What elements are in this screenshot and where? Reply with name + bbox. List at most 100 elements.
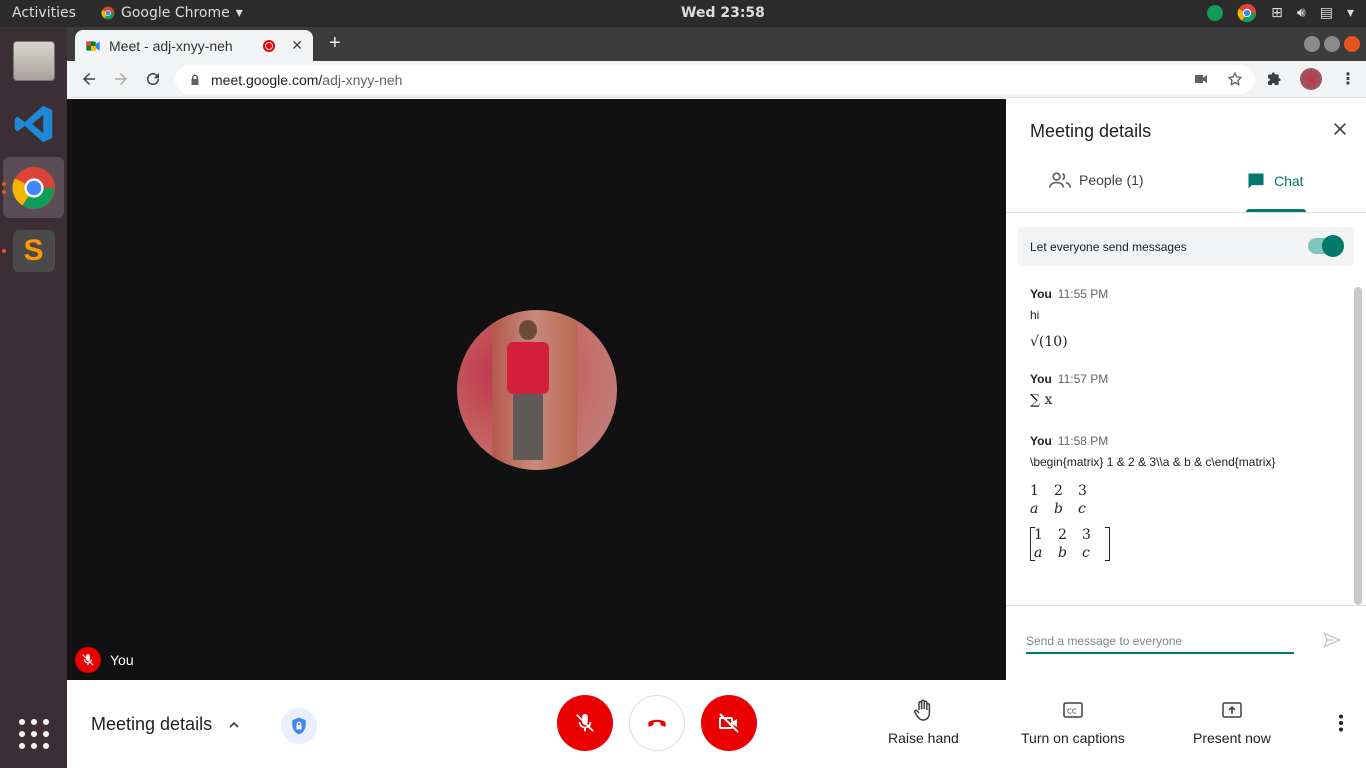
mic-off-icon (75, 647, 101, 673)
chrome-menu-icon[interactable]: ⋮ (1340, 69, 1356, 89)
camera-toggle-button[interactable] (701, 695, 757, 751)
app-menu[interactable]: Google Chrome ▾ (101, 5, 243, 21)
tab-people[interactable]: People (1) (1049, 171, 1144, 189)
star-icon[interactable] (1227, 71, 1243, 87)
show-applications-icon[interactable] (3, 703, 64, 764)
message-math: ∑ x (1030, 392, 1053, 408)
chat-permission-toggle[interactable] (1308, 235, 1344, 257)
hangouts-icon[interactable] (1207, 5, 1224, 21)
chrome-dock-icon[interactable] (3, 157, 64, 218)
self-name: You (110, 652, 134, 668)
arrow-left-icon (83, 73, 95, 85)
raise-hand-button[interactable]: Raise hand (888, 698, 959, 746)
address-bar[interactable]: meet.google.com/adj-xnyy-neh (175, 65, 1255, 94)
window-controls (1304, 36, 1360, 52)
tab-chat[interactable]: Chat (1246, 171, 1304, 191)
rendered-matrix: 123 abc (1030, 483, 1087, 517)
new-tab-button[interactable]: + (329, 32, 341, 55)
reload-button[interactable] (141, 67, 165, 91)
profile-avatar[interactable] (1300, 68, 1322, 90)
forward-button[interactable] (109, 67, 133, 91)
chat-message: You 11:58 PM \begin{matrix} 1 & 2 & 3\\a … (1030, 434, 1340, 561)
browser-window: Meet - adj-xnyy-neh ✕ + meet.google.com/… (67, 27, 1366, 768)
chat-message: You 11:57 PM ∑ x (1030, 372, 1340, 408)
video-stage: You (67, 99, 1006, 680)
mic-toggle-button[interactable] (557, 695, 613, 751)
tab-strip: Meet - adj-xnyy-neh ✕ + (67, 27, 1366, 61)
chrome-icon (101, 6, 115, 20)
meeting-details-panel: Meeting details People (1) Chat Let ever… (1006, 99, 1366, 680)
volume-icon[interactable]: 🔊︎ (1297, 5, 1306, 21)
host-controls-button[interactable] (281, 708, 317, 744)
recording-icon (263, 39, 276, 52)
activities-button[interactable]: Activities (12, 5, 76, 21)
chevron-up-icon (229, 721, 239, 728)
chat-message-input[interactable] (1026, 630, 1294, 654)
rendered-bracket-matrix: 123 abc (1030, 527, 1110, 561)
chat-message: You 11:55 PM hi √(10) (1030, 287, 1340, 350)
captions-label: Turn on captions (1021, 730, 1125, 746)
tab-people-label: People (1) (1079, 172, 1144, 188)
chat-scrollbar[interactable] (1354, 287, 1362, 605)
chat-messages: You 11:55 PM hi √(10) You 11:57 PM ∑ x You… (1030, 287, 1340, 579)
message-sender: You (1030, 434, 1052, 448)
panel-title: Meeting details (1030, 121, 1152, 141)
message-time: 11:55 PM (1057, 287, 1109, 301)
clock[interactable]: Wed 23:58 (681, 5, 765, 21)
running-indicator (2, 249, 6, 253)
chat-permission-row: Let everyone send messages (1018, 227, 1354, 266)
omnibox-actions (1193, 71, 1243, 87)
closed-captions-icon: CC (1063, 702, 1083, 718)
extensions-icon[interactable] (1266, 71, 1282, 87)
participant-avatar (457, 310, 617, 470)
present-screen-icon (1222, 702, 1242, 718)
people-icon (1049, 172, 1071, 188)
system-top-bar: Activities Google Chrome ▾ Wed 23:58 ⊞ 🔊… (0, 0, 1366, 27)
message-time: 11:58 PM (1057, 434, 1109, 448)
meeting-details-toggle[interactable]: Meeting details (91, 714, 242, 735)
url-host: meet.google.com/ (211, 71, 323, 88)
camera-in-use-icon[interactable] (1193, 71, 1209, 87)
message-text: hi (1030, 308, 1040, 322)
app-name: Google Chrome (121, 5, 230, 21)
system-tray[interactable]: ⊞ 🔊︎ ▤ ▾ (1207, 3, 1354, 23)
message-text: \begin{matrix} 1 & 2 & 3\\a & b & c\end{… (1030, 455, 1276, 469)
chevron-down-icon: ▾ (235, 5, 243, 21)
maximize-button[interactable] (1324, 36, 1340, 52)
close-window-button[interactable] (1344, 36, 1360, 52)
network-icon[interactable]: ⊞ (1271, 5, 1283, 21)
tab-chat-label: Chat (1274, 173, 1304, 189)
url-path: adj-xnyy-neh (322, 71, 403, 88)
captions-button[interactable]: CC Turn on captions (1021, 698, 1125, 746)
message-sender: You (1030, 372, 1052, 386)
more-options-icon[interactable] (1338, 714, 1344, 737)
close-icon (1334, 123, 1346, 135)
lock-icon (191, 74, 199, 85)
files-app-icon[interactable] (3, 30, 64, 91)
sublime-text-icon[interactable]: S (3, 220, 64, 281)
present-now-label: Present now (1193, 730, 1271, 746)
svg-text:CC: CC (1067, 708, 1077, 716)
chevron-down-icon[interactable]: ▾ (1347, 5, 1354, 21)
raise-hand-label: Raise hand (888, 730, 959, 746)
tab-meet[interactable]: Meet - adj-xnyy-neh ✕ (75, 30, 313, 61)
chrome-tray-icon[interactable] (1237, 3, 1257, 23)
present-now-button[interactable]: Present now (1193, 698, 1271, 746)
tab-close-icon[interactable]: ✕ (291, 37, 303, 54)
hang-up-icon (648, 719, 666, 727)
running-indicator (2, 182, 6, 186)
arrow-right-icon (115, 73, 127, 85)
dock: S (0, 27, 67, 768)
vscode-icon[interactable] (3, 93, 64, 154)
chat-input-area (1006, 605, 1366, 680)
message-time: 11:57 PM (1057, 372, 1109, 386)
send-message-button[interactable] (1322, 630, 1342, 655)
browser-toolbar: meet.google.com/adj-xnyy-neh ⋮ (67, 61, 1366, 98)
close-panel-button[interactable] (1332, 121, 1348, 142)
back-button[interactable] (77, 67, 101, 91)
minimize-button[interactable] (1304, 36, 1320, 52)
battery-icon[interactable]: ▤ (1320, 5, 1333, 21)
leave-call-button[interactable] (629, 695, 685, 751)
self-label: You (75, 647, 134, 673)
send-icon (1323, 632, 1342, 648)
